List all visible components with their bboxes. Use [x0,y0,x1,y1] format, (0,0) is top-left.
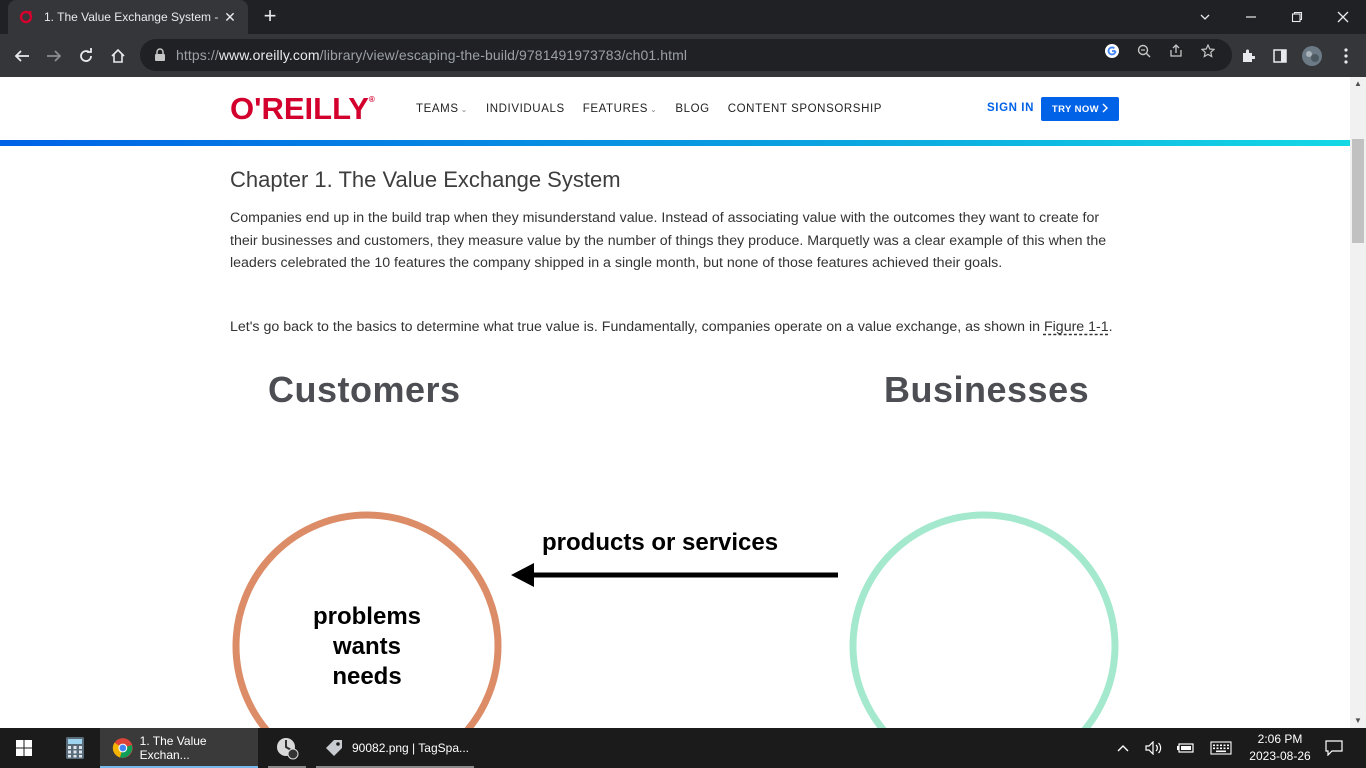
oreilly-favicon-icon [18,9,34,25]
taskbar-app-running[interactable] [262,728,312,768]
url-prefix: https:// [176,47,219,63]
scroll-down-icon[interactable]: ▼ [1350,714,1366,728]
web-page: O'REILLY® TEAMS ⌄ INDIVIDUALS FEATURES ⌄ B… [0,77,1350,728]
scrollbar-thumb[interactable] [1352,139,1364,243]
tagspaces-icon [326,740,342,756]
nav-blog[interactable]: BLOG [675,103,709,115]
calculator-icon [66,737,84,759]
taskbar-tagspaces-label: 90082.png | TagSpa... [352,741,469,755]
url-path: /library/view/escaping-the-build/9781491… [319,47,688,63]
system-clock[interactable]: 2:06 PM 2023-08-26 [1240,731,1320,765]
logo-mark: ® [368,95,375,104]
windows-icon [16,740,32,756]
paragraph-2-text: Let's go back to the basics to determine… [230,319,1044,335]
businesses-circle [849,511,1119,728]
clock-time: 2:06 PM [1257,732,1303,746]
browser-toolbar: https://www.oreilly.com/library/view/esc… [0,34,1366,77]
start-button[interactable] [0,728,48,768]
oreilly-logo[interactable]: O'REILLY® [230,91,375,127]
taskbar-chrome-label: 1. The Value Exchan... [139,734,207,762]
scroll-up-icon[interactable]: ▲ [1350,77,1366,91]
arrow-head-icon [511,563,534,587]
browser-tab[interactable]: 1. The Value Exchange System - E ✕ [8,0,248,34]
keyboard-icon[interactable] [1206,728,1236,768]
page-scrollbar[interactable]: ▲ ▼ [1350,77,1366,728]
nav-features[interactable]: FEATURES ⌄ [583,103,658,115]
reload-icon[interactable] [72,42,100,70]
forward-icon[interactable] [40,42,68,70]
back-icon[interactable] [8,42,36,70]
close-window-icon[interactable] [1320,0,1366,34]
profile-avatar-icon[interactable] [1300,44,1324,68]
google-icon[interactable] [1103,42,1121,60]
nav-teams-label: TEAMS [416,103,459,115]
chrome-icon [112,738,133,758]
zoom-icon[interactable] [1135,42,1153,60]
url-text: https://www.oreilly.com/library/view/esc… [176,47,687,63]
address-bar[interactable]: https://www.oreilly.com/library/view/esc… [140,39,1232,71]
lock-icon[interactable] [154,48,168,62]
volume-icon[interactable] [1142,728,1166,768]
customer-needs-text: problems wants needs [287,602,447,692]
inner-line-problems: problems [312,603,422,630]
chevron-right-icon [1102,103,1109,116]
header-gradient-bar [0,140,1350,146]
sign-in-link[interactable]: SIGN IN [987,102,1034,114]
browser-title-bar: 1. The Value Exchange System - E ✕ + [0,0,1366,34]
menu-icon[interactable] [1334,44,1358,68]
clock-date: 2023-08-26 [1249,749,1311,763]
paragraph-1: Companies end up in the build trap when … [230,210,1107,272]
paragraph-2-end: . [1108,319,1113,335]
url-domain: www.oreilly.com [218,47,320,63]
taskbar-tagspaces[interactable]: 90082.png | TagSpa... [316,728,474,768]
share-icon[interactable] [1167,42,1185,60]
home-icon[interactable] [104,42,132,70]
tab-title: 1. The Value Exchange System - E [44,10,222,24]
extensions-icon[interactable] [1236,44,1260,68]
side-panel-icon[interactable] [1268,44,1292,68]
logo-text: O'REILLY [230,91,369,126]
chevron-down-icon: ⌄ [460,105,468,114]
tab-search-icon[interactable] [1182,0,1228,34]
inner-line-wants: wants [332,633,401,660]
windows-taskbar: 1. The Value Exchan... 90082.png | TagSp… [0,728,1366,768]
inner-line-needs: needs [332,663,402,690]
minimize-icon[interactable] [1228,0,1274,34]
try-now-button[interactable]: TRY NOW [1041,97,1119,121]
figure-1-1-link[interactable]: Figure 1-1 [1044,319,1109,335]
notification-icon[interactable] [1320,728,1348,768]
nav-individuals[interactable]: INDIVIDUALS [486,103,565,115]
nav-features-label: FEATURES [582,103,649,115]
bookmark-star-icon[interactable] [1199,42,1217,60]
nav-content-sponsorship[interactable]: CONTENT SPONSORSHIP [728,103,882,115]
chevron-down-icon: ⌄ [650,105,658,114]
taskbar-chrome[interactable]: 1. The Value Exchan... [100,728,258,768]
chapter-title: Chapter 1. The Value Exchange System [230,167,621,192]
restore-icon[interactable] [1274,0,1320,34]
tab-close-icon[interactable]: ✕ [222,9,238,26]
site-header: O'REILLY® TEAMS ⌄ INDIVIDUALS FEATURES ⌄ B… [0,77,1350,140]
new-tab-button[interactable]: + [258,4,282,28]
battery-icon[interactable] [1174,728,1198,768]
calculator-app[interactable] [52,728,98,768]
tray-chevron-up-icon[interactable] [1112,728,1134,768]
main-nav: TEAMS ⌄ INDIVIDUALS FEATURES ⌄ BLOG CONTEN… [416,103,882,115]
arrow-label: products or services [542,529,779,556]
nav-teams[interactable]: TEAMS ⌄ [416,103,468,115]
paragraph-2: Let's go back to the basics to determine… [230,316,1120,339]
app-icon [277,738,299,760]
value-exchange-figure: Customers Businesses products or service… [230,367,1130,728]
try-now-label: TRY NOW [1051,103,1100,115]
